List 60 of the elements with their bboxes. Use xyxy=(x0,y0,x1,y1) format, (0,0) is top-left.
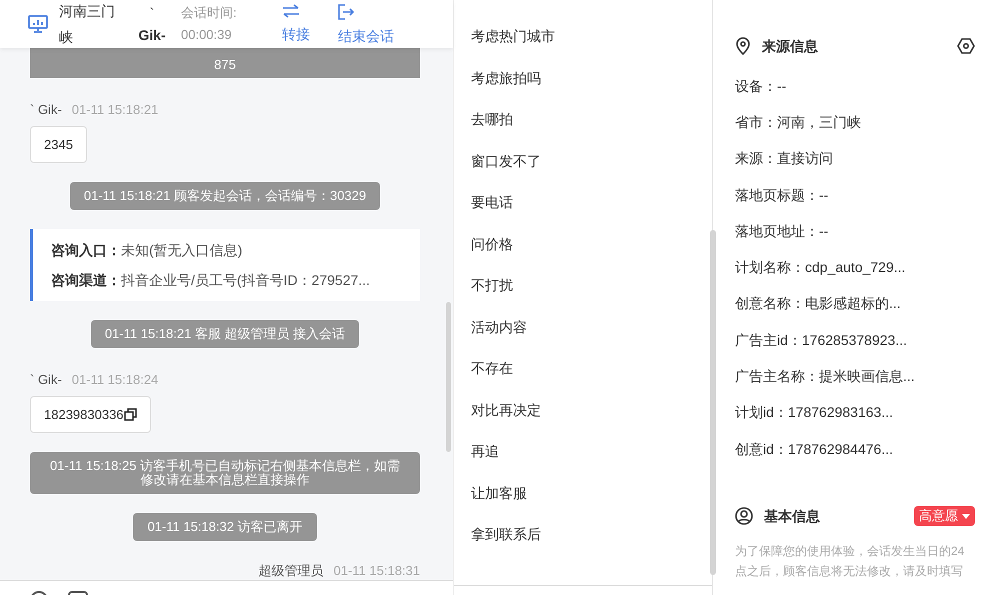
info-field: 计划名称：cdp_auto_729... xyxy=(735,257,906,278)
section-title: 来源信息 xyxy=(762,36,818,56)
quick-reply-item[interactable]: 活动内容 xyxy=(454,306,712,348)
message-bubble: 18239830336 xyxy=(30,396,151,433)
end-session-button[interactable]: 结束会话 xyxy=(338,4,394,44)
intent-dropdown[interactable]: 高意愿 xyxy=(914,506,975,526)
quick-reply-item[interactable]: 不打扰 xyxy=(454,265,712,306)
info-value: 抖音企业号/员工号(抖音号ID：279527... xyxy=(121,271,370,290)
info-field: 来源：直接访问 xyxy=(735,148,833,170)
quick-reply-item[interactable]: 再追 xyxy=(454,431,712,472)
info-field: 落地页标题：-- xyxy=(735,184,828,206)
info-field: 省市：河南，三门峡 xyxy=(735,112,861,133)
info-field: 计划id：178762983163... xyxy=(735,402,893,424)
sender-name: ` Gik- xyxy=(30,372,62,387)
message-time: 01-11 15:18:24 xyxy=(72,372,158,387)
system-message: 01-11 15:18:32 访客已离开 xyxy=(133,513,317,541)
info-label: 咨询渠道： xyxy=(51,271,121,290)
copy-icon[interactable] xyxy=(124,408,137,421)
info-field: 设备：-- xyxy=(735,76,786,97)
transfer-button[interactable]: 转接 xyxy=(282,4,310,44)
sender-name: ` Gik- xyxy=(30,102,62,117)
exit-icon xyxy=(338,4,354,20)
system-message: 01-11 15:18:25 访客手机号已自动标记右侧基本信息栏，如需修改请在基本信息栏直接操作 xyxy=(30,452,420,494)
system-message: 01-11 15:18:21 顾客发起会话，会话编号：30329 xyxy=(70,182,380,210)
quick-reply-item[interactable]: 拿到联系后 xyxy=(454,514,712,556)
timer-label: 会话时间: xyxy=(181,4,238,22)
info-value: 未知(暂无入口信息) xyxy=(121,241,242,260)
session-timer: 00:00:39 xyxy=(181,26,233,44)
quick-reply-item[interactable]: 要电话 xyxy=(454,182,712,224)
message-time: 01-11 15:18:31 xyxy=(334,563,420,578)
message-bubble: 2345 xyxy=(30,126,87,163)
quick-reply-item[interactable]: 考虑热门城市 xyxy=(454,16,712,58)
monitor-icon xyxy=(28,15,48,33)
visitor-location: 河南三门峡 xyxy=(59,2,116,47)
settings-icon[interactable] xyxy=(957,38,975,54)
quick-reply-item[interactable]: 让加客服 xyxy=(454,472,712,514)
quick-reply-item[interactable]: 对比再决定 xyxy=(454,390,712,431)
caret-icon xyxy=(962,514,970,519)
quick-reply-item[interactable]: 不存在 xyxy=(454,348,712,390)
info-field: 广告主id：176285378923... xyxy=(735,330,907,351)
section-title: 基本信息 xyxy=(764,506,820,526)
quick-reply-item[interactable]: 考虑旅拍吗 xyxy=(454,58,712,99)
location-pin-icon xyxy=(735,37,751,55)
message-time: 01-11 15:18:21 xyxy=(72,102,158,117)
info-field: 创意id：178762984476... xyxy=(735,438,893,460)
visitor-mark: ` xyxy=(150,4,154,23)
system-message: 875 xyxy=(30,48,420,78)
quick-reply-item[interactable]: 问价格 xyxy=(454,224,712,265)
info-label: 咨询入口： xyxy=(51,241,121,260)
info-field: 广告主名称：提米映画信息... xyxy=(735,366,915,388)
user-circle-icon xyxy=(735,507,753,526)
notice-text: 为了保障您的使用体验，会话发生当日的24点之后，顾客信息将无法修改，请及时填写 xyxy=(735,543,966,580)
info-field: 创意名称：电影感超标的... xyxy=(735,293,901,314)
quick-reply-item[interactable]: 去哪拍 xyxy=(454,99,712,140)
visitor-nickname: Gik- xyxy=(138,26,166,45)
system-message: 01-11 15:18:21 客服 超级管理员 接入会话 xyxy=(90,320,360,348)
swap-arrows-icon xyxy=(282,4,300,18)
quick-reply-item[interactable]: 窗口发不了 xyxy=(454,140,712,182)
info-field: 落地页地址：-- xyxy=(735,220,828,242)
sender-name: 超级管理员 xyxy=(258,563,324,578)
